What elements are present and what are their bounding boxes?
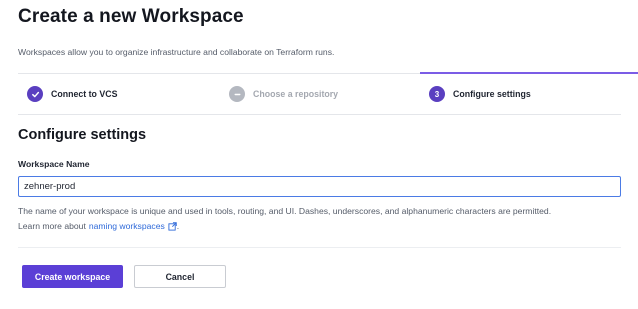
step-connect-to-vcs[interactable]: Connect to VCS xyxy=(27,84,117,104)
workspace-name-help: The name of your workspace is unique and… xyxy=(18,206,552,216)
step-choose-repository[interactable]: Choose a repository xyxy=(229,84,338,104)
cancel-button[interactable]: Cancel xyxy=(134,265,226,288)
learn-more-line: Learn more about naming workspaces . xyxy=(18,221,179,231)
learn-more-suffix: . xyxy=(176,221,180,231)
dash-icon xyxy=(229,86,245,102)
step-label: Connect to VCS xyxy=(51,89,118,99)
active-step-indicator xyxy=(420,72,638,74)
step-label: Choose a repository xyxy=(253,89,339,99)
page-description: Workspaces allow you to organize infrast… xyxy=(18,47,335,57)
step-label: Configure settings xyxy=(453,89,531,99)
section-title: Configure settings xyxy=(18,127,147,143)
step-number-badge: 3 xyxy=(429,86,445,102)
form-divider xyxy=(18,247,621,248)
step-configure-settings[interactable]: 3 Configure settings xyxy=(429,84,531,104)
external-link-icon[interactable] xyxy=(168,221,177,231)
page-title: Create a new Workspace xyxy=(18,6,244,27)
create-workspace-button[interactable]: Create workspace xyxy=(22,265,123,288)
naming-workspaces-link[interactable]: naming workspaces xyxy=(89,221,165,231)
learn-more-prefix: Learn more about xyxy=(18,221,86,231)
workspace-steps: Connect to VCS Choose a repository 3 Con… xyxy=(18,72,638,115)
workspace-name-input[interactable] xyxy=(18,176,621,197)
workspace-name-label: Workspace Name xyxy=(18,159,90,169)
check-icon xyxy=(27,86,43,102)
